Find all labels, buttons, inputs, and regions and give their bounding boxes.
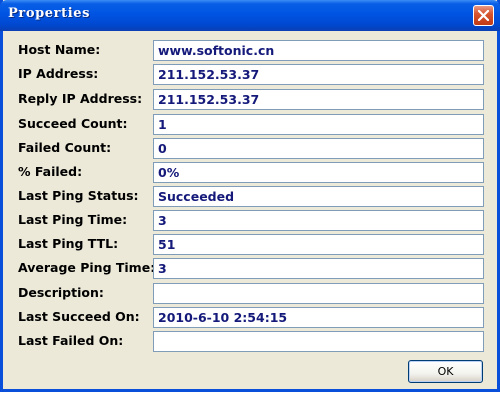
field-row-average-ping-time: Average Ping Time: 3 <box>15 258 485 279</box>
field-row-failed-count: Failed Count: 0 <box>15 138 485 159</box>
description-label: Description: <box>18 285 104 300</box>
field-row-last-succeed-on: Last Succeed On: 2010-6-10 2:54:15 <box>15 307 485 328</box>
reply-ip-address-label: Reply IP Address: <box>18 91 143 106</box>
average-ping-time-field[interactable]: 3 <box>153 258 484 279</box>
title-bar[interactable]: Properties <box>0 0 500 31</box>
last-ping-status-field[interactable]: Succeeded <box>153 186 484 207</box>
failed-count-label: Failed Count: <box>18 140 112 155</box>
close-button[interactable] <box>473 5 494 26</box>
last-ping-ttl-label: Last Ping TTL: <box>18 236 119 251</box>
average-ping-time-label: Average Ping Time: <box>18 260 156 275</box>
field-row-last-ping-ttl: Last Ping TTL: 51 <box>15 234 485 255</box>
properties-dialog: Properties Host Name: www.softonic.cn IP… <box>0 0 500 392</box>
host-name-field[interactable]: www.softonic.cn <box>153 40 484 61</box>
ok-button[interactable]: OK <box>408 360 483 383</box>
field-row-reply-ip-address: Reply IP Address: 211.152.53.37 <box>15 89 485 110</box>
last-succeed-on-label: Last Succeed On: <box>18 309 140 324</box>
last-succeed-on-field[interactable]: 2010-6-10 2:54:15 <box>153 307 484 328</box>
percent-failed-field[interactable]: 0% <box>153 162 484 183</box>
field-row-host-name: Host Name: www.softonic.cn <box>15 40 485 61</box>
field-row-last-ping-time: Last Ping Time: 3 <box>15 210 485 231</box>
field-row-percent-failed: % Failed: 0% <box>15 162 485 183</box>
failed-count-field[interactable]: 0 <box>153 138 484 159</box>
last-failed-on-field[interactable] <box>153 331 484 352</box>
description-field[interactable] <box>153 283 484 304</box>
host-name-label: Host Name: <box>18 42 101 57</box>
field-row-ip-address: IP Address: 211.152.53.37 <box>15 64 485 85</box>
close-icon <box>478 10 489 21</box>
last-ping-time-field[interactable]: 3 <box>153 210 484 231</box>
field-row-last-failed-on: Last Failed On: <box>15 331 485 352</box>
field-row-description: Description: <box>15 283 485 304</box>
ip-address-field[interactable]: 211.152.53.37 <box>153 64 484 85</box>
last-ping-status-label: Last Ping Status: <box>18 188 139 203</box>
field-row-succeed-count: Succeed Count: 1 <box>15 114 485 135</box>
succeed-count-label: Succeed Count: <box>18 116 128 131</box>
ip-address-label: IP Address: <box>18 66 99 81</box>
window-title: Properties <box>8 6 91 21</box>
last-failed-on-label: Last Failed On: <box>18 333 124 348</box>
last-ping-ttl-field[interactable]: 51 <box>153 234 484 255</box>
percent-failed-label: % Failed: <box>18 164 83 179</box>
last-ping-time-label: Last Ping Time: <box>18 212 128 227</box>
field-row-last-ping-status: Last Ping Status: Succeeded <box>15 186 485 207</box>
succeed-count-field[interactable]: 1 <box>153 114 484 135</box>
reply-ip-address-field[interactable]: 211.152.53.37 <box>153 89 484 110</box>
